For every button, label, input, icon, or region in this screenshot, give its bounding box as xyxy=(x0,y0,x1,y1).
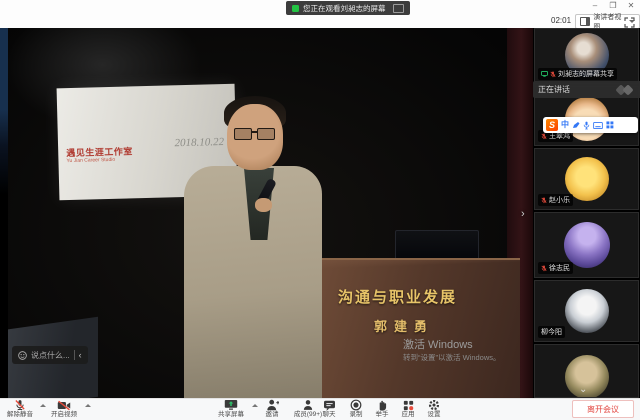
apps-grid-icon xyxy=(403,400,414,411)
start-video-label: 开启视频 xyxy=(51,411,77,418)
video-options-caret[interactable] xyxy=(85,404,91,407)
apps-button[interactable]: 应用 xyxy=(394,399,422,419)
meeting-window: 您正在观看刘昶志的屏幕 – ❐ ✕ 02:01 演讲者视图 遇见生涯工作室 Yu… xyxy=(0,0,640,420)
participant-label: 赵小乐 xyxy=(549,195,570,205)
invite-person-icon xyxy=(266,399,279,411)
toolbox-grid-icon[interactable] xyxy=(606,121,614,129)
participant-name-badge: 徐志民 xyxy=(538,262,573,274)
chat-button[interactable]: 聊天 xyxy=(314,399,344,419)
share-screen-label: 共享屏幕 xyxy=(218,411,244,418)
ime-toolbar[interactable]: S 中 xyxy=(543,117,638,133)
leave-meeting-button[interactable]: 离开会议 xyxy=(572,400,634,418)
meeting-timer: 02:01 xyxy=(551,16,571,25)
speaking-now-label: 正在讲话 xyxy=(538,84,570,95)
speaking-now-toast: 正在讲话 xyxy=(533,81,640,98)
record-label: 录制 xyxy=(350,411,363,418)
chat-label: 聊天 xyxy=(323,411,336,418)
activate-windows-watermark-sub: 转到“设置”以激活 Windows。 xyxy=(403,352,501,363)
lecturer-name: 郭建勇 xyxy=(374,316,434,335)
apps-label: 应用 xyxy=(402,411,415,418)
podium: 沟通与职业发展 郭建勇 xyxy=(322,258,520,398)
participant-name-badge: 赵小乐 xyxy=(538,194,573,206)
participant-tile[interactable]: 柳今阳 xyxy=(534,280,639,342)
sidebar-toggle-icon[interactable]: › xyxy=(521,208,525,220)
settings-label: 设置 xyxy=(428,411,441,418)
participant-name-badge: 柳今阳 xyxy=(538,326,565,338)
watching-screen-banner: 您正在观看刘昶志的屏幕 xyxy=(286,1,410,15)
slide-date: 2018.10.22 xyxy=(174,136,224,149)
mic-muted-icon xyxy=(550,71,556,78)
lecture-title: 沟通与职业发展 xyxy=(338,286,457,307)
participant-tile[interactable]: 徐志民 xyxy=(534,212,639,278)
banner-text: 您正在观看刘昶志的屏幕 xyxy=(303,3,386,14)
chat-bubble-icon xyxy=(323,400,336,411)
mic-muted-icon xyxy=(14,399,26,411)
minimize-button[interactable]: – xyxy=(588,1,602,10)
invite-button[interactable]: 邀请 xyxy=(256,399,288,419)
members-icon xyxy=(302,399,314,411)
avatar xyxy=(565,289,609,333)
meeting-logo-icon xyxy=(615,84,637,96)
desktop-edge-strip xyxy=(0,28,8,398)
participant-label: 徐志民 xyxy=(549,263,570,273)
layout-icon xyxy=(580,17,590,26)
ime-mode-toggle[interactable]: 中 xyxy=(561,121,569,129)
screen-share-status-icon xyxy=(292,5,299,12)
participant-label: 刘昶志的屏幕共享 xyxy=(558,69,614,79)
divider xyxy=(74,350,75,360)
emoji-icon[interactable] xyxy=(18,351,27,360)
slide-org-name-en: Yu Jian Career Studio xyxy=(66,157,115,164)
raise-hand-label: 举手 xyxy=(376,411,389,418)
mic-muted-icon xyxy=(541,197,547,204)
glasses xyxy=(234,128,276,139)
monitor-icon[interactable] xyxy=(393,4,404,13)
chat-input[interactable]: 说点什么... xyxy=(31,350,70,361)
participants-sidebar: 刘昶志的屏幕共享 正在讲话 S 中 xyxy=(533,28,640,398)
mic-muted-icon xyxy=(541,265,547,272)
voice-mic-icon[interactable] xyxy=(583,121,590,130)
presenter-hand xyxy=(255,198,272,212)
participant-tile[interactable]: 赵小乐 xyxy=(534,148,639,210)
raise-hand-button[interactable]: 举手 xyxy=(368,399,396,419)
participant-label: 柳今阳 xyxy=(541,327,562,337)
scroll-more-icon[interactable]: ⌄ xyxy=(579,384,587,395)
settings-button[interactable]: 设置 xyxy=(420,399,448,419)
quick-chat-bar[interactable]: 说点什么... ‹ xyxy=(12,346,88,364)
share-screen-icon xyxy=(224,399,238,411)
fullscreen-button[interactable] xyxy=(624,15,635,26)
participant-tile-sharer[interactable]: 刘昶志的屏幕共享 xyxy=(534,28,639,84)
start-video-button[interactable]: 开启视频 xyxy=(46,399,82,419)
participant-name-badge: 刘昶志的屏幕共享 xyxy=(538,68,617,80)
camera-off-icon xyxy=(57,400,71,411)
collapse-chat-icon[interactable]: ‹ xyxy=(79,351,82,360)
invite-label: 邀请 xyxy=(266,411,279,418)
unmute-label: 解除静音 xyxy=(7,411,33,418)
sogou-logo-icon[interactable]: S xyxy=(546,119,558,131)
maximize-button[interactable]: ❐ xyxy=(606,1,620,10)
record-button[interactable]: 录制 xyxy=(342,399,370,419)
share-screen-button[interactable]: 共享屏幕 xyxy=(212,399,250,419)
screen-share-icon xyxy=(541,71,548,77)
participant-tile[interactable]: ⌄ xyxy=(534,344,639,398)
keyboard-icon[interactable] xyxy=(593,122,603,129)
handwriting-pen-icon[interactable] xyxy=(572,121,580,129)
close-button[interactable]: ✕ xyxy=(624,1,638,10)
hand-icon xyxy=(377,399,388,411)
unmute-button[interactable]: 解除静音 xyxy=(2,399,38,419)
mic-muted-icon xyxy=(541,133,547,140)
activate-windows-watermark: 激活 Windows xyxy=(403,336,473,352)
gear-icon xyxy=(428,399,440,411)
shared-screen-video[interactable]: 遇见生涯工作室 Yu Jian Career Studio 2018.10.22… xyxy=(8,28,533,398)
record-icon xyxy=(350,399,362,411)
